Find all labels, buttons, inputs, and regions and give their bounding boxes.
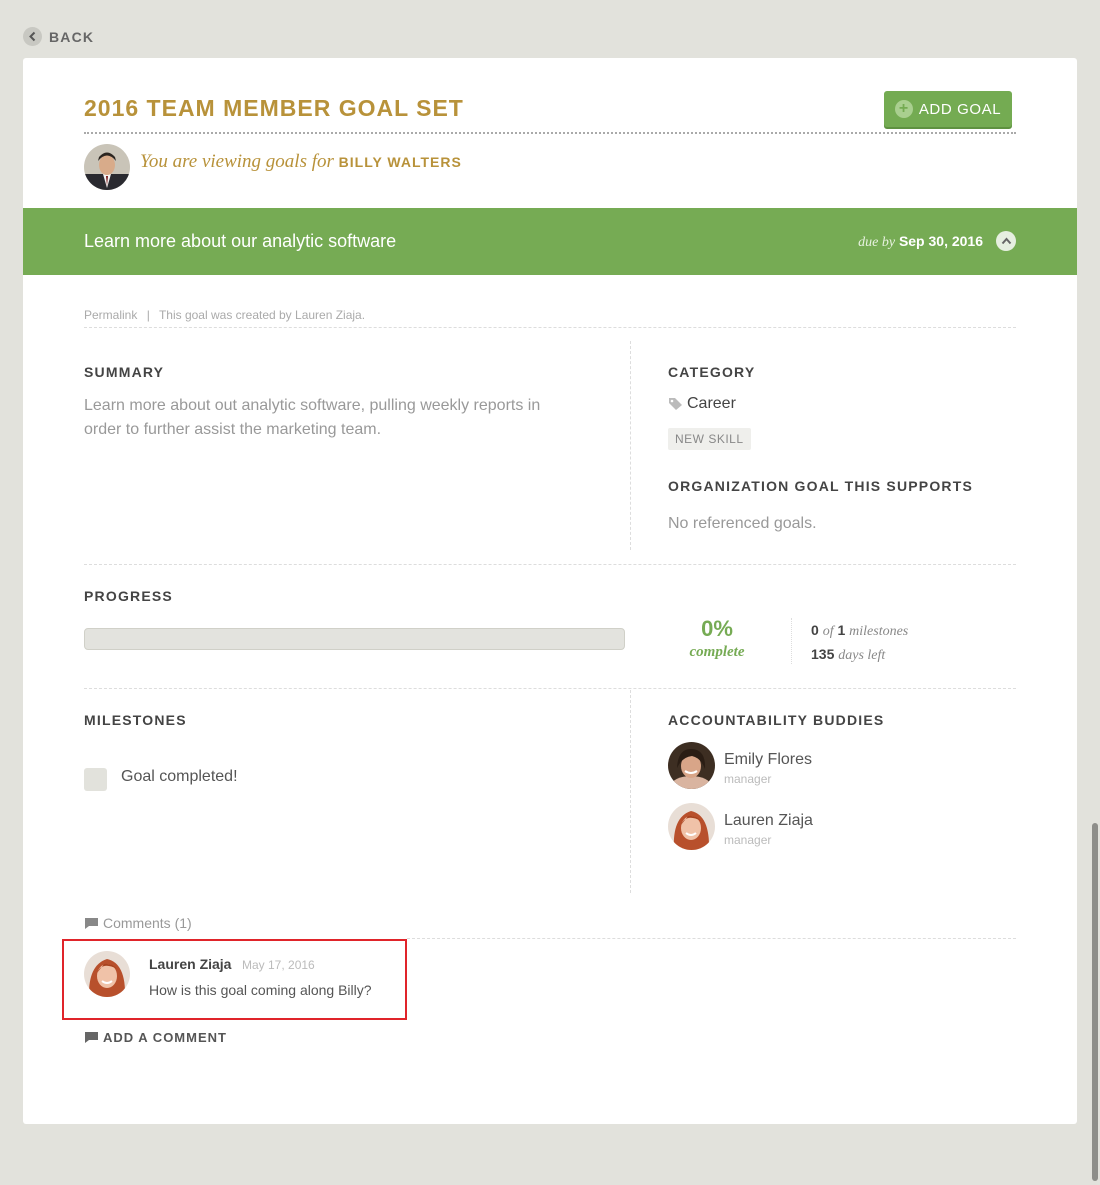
divider [84, 564, 1016, 565]
summary-heading: SUMMARY [84, 364, 165, 380]
created-by: This goal was created by Lauren Ziaja. [158, 308, 366, 322]
chevron-up-icon [1001, 237, 1011, 245]
comment-icon [85, 1032, 98, 1043]
collapse-button[interactable] [996, 231, 1016, 251]
buddy-role: manager [724, 772, 772, 786]
milestones-heading: MILESTONES [84, 712, 187, 728]
comments-heading: Comments (1) [84, 915, 192, 931]
comments-count: Comments (1) [103, 915, 192, 931]
add-comment-label: ADD A COMMENT [103, 1030, 227, 1045]
divider [84, 327, 1016, 328]
back-link[interactable]: BACK [23, 27, 94, 46]
goal-due: due by Sep 30, 2016 [858, 233, 983, 251]
days-left-stat: 135 days left [811, 646, 885, 664]
goal-card: 2016 TEAM MEMBER GOAL SET + ADD GOAL You… [23, 58, 1077, 1124]
skill-tag: NEW SKILL [668, 428, 751, 450]
buddy-name: Emily Flores [724, 751, 813, 768]
stats-divider [791, 618, 792, 664]
viewing-statement: You are viewing goals for BILLY WALTERS [140, 151, 462, 173]
avatar-lauren-ziaja [668, 803, 715, 850]
days-left-label: days left [838, 648, 886, 663]
chevron-left-icon [23, 27, 42, 46]
comment-avatar [84, 951, 130, 997]
tag-icon [669, 398, 682, 410]
goal-meta: Permalink | This goal was created by Lau… [84, 308, 365, 322]
category-value: Career [668, 395, 736, 413]
buddies-heading: ACCOUNTABILITY BUDDIES [668, 712, 885, 728]
goal-header-bar: Learn more about our analytic software d… [23, 208, 1077, 275]
divider [407, 938, 1016, 939]
milestones-of: of [822, 624, 834, 639]
progress-heading: PROGRESS [84, 588, 173, 604]
milestones-done: 0 [811, 622, 819, 638]
milestones-stat: 0 of 1 milestones [811, 622, 908, 640]
buddy-role: manager [724, 833, 772, 847]
comment-text: How is this goal coming along Billy? [149, 982, 372, 998]
comment-author: Lauren Ziaja [149, 956, 232, 972]
days-left-value: 135 [811, 646, 835, 662]
plus-icon: + [894, 100, 913, 118]
viewing-name: BILLY WALTERS [338, 154, 462, 170]
scrollbar-thumb[interactable] [1092, 823, 1098, 1181]
permalink[interactable]: Permalink [84, 308, 137, 322]
page-title: 2016 TEAM MEMBER GOAL SET [84, 95, 464, 121]
milestone-label: Goal completed! [121, 768, 238, 785]
divider [84, 688, 1016, 689]
milestone-checkbox[interactable] [84, 768, 107, 791]
comment-icon [85, 917, 98, 929]
org-goal-text: No referenced goals. [668, 515, 817, 532]
back-label: BACK [49, 28, 95, 45]
title-divider [84, 132, 1016, 134]
meta-separator: | [146, 308, 150, 322]
add-goal-button[interactable]: + ADD GOAL [884, 91, 1012, 127]
add-goal-label: ADD GOAL [918, 100, 1002, 118]
buddy-name: Lauren Ziaja [724, 812, 813, 829]
viewing-prefix: You are viewing goals for [140, 151, 334, 172]
progress-bar [84, 628, 625, 650]
org-goal-heading: ORGANIZATION GOAL THIS SUPPORTS [668, 478, 974, 494]
milestones-total: 1 [837, 622, 846, 638]
add-comment-button[interactable]: ADD A COMMENT [84, 1030, 227, 1045]
column-divider [630, 341, 631, 550]
goal-title: Learn more about our analytic software [84, 231, 397, 251]
milestones-label: milestones [849, 624, 909, 639]
category-heading: CATEGORY [668, 364, 756, 380]
category-label: Career [687, 395, 736, 412]
due-date: Sep 30, 2016 [898, 233, 983, 249]
comment-date: May 17, 2016 [242, 958, 315, 972]
column-divider [630, 690, 631, 893]
avatar-billy-walters [84, 144, 130, 190]
avatar-emily-flores [668, 742, 715, 789]
summary-text: Learn more about out analytic software, … [84, 397, 541, 438]
progress-percent: 0% [701, 616, 733, 641]
progress-complete-label: complete [689, 644, 745, 660]
due-prefix: due by [858, 235, 896, 250]
